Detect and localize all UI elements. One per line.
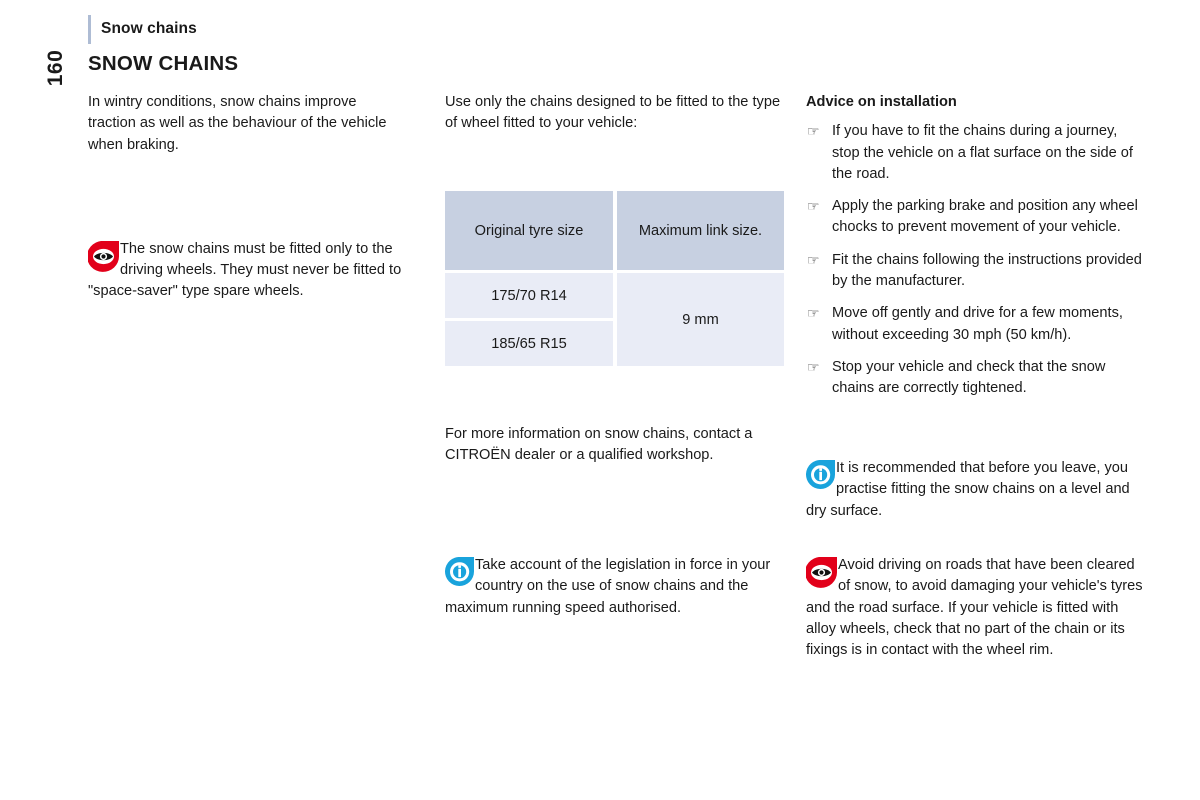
- advice-list: ☞ If you have to fit the chains during a…: [806, 121, 1143, 399]
- warning-text-left: The snow chains must be fitted only to t…: [88, 240, 402, 300]
- warning-text-right: Avoid driving on roads that have been cl…: [806, 557, 1143, 659]
- table-header-row: Original tyre size Maximum link size.: [445, 191, 784, 273]
- tyre-size-value-1: 175/70 R14: [445, 273, 617, 321]
- list-item-label: Move off gently and drive for a few mome…: [832, 305, 1123, 343]
- running-header: Snow chains: [101, 20, 197, 37]
- info-icon: [806, 460, 836, 490]
- header-accent-bar: [88, 15, 91, 44]
- info-text-right: It is recommended that before you leave,…: [806, 460, 1130, 519]
- tyre-size-value-2: 185/65 R15: [445, 321, 617, 366]
- info-callout-right: It is recommended that before you leave,…: [806, 458, 1143, 522]
- warning-callout-right: Avoid driving on roads that have been cl…: [806, 555, 1143, 661]
- pointing-hand-icon: ☞: [807, 305, 820, 322]
- page-title: SNOW CHAINS: [88, 52, 239, 75]
- list-item-label: Stop your vehicle and check that the sno…: [832, 358, 1106, 397]
- list-item: ☞ If you have to fit the chains during a…: [806, 121, 1143, 185]
- list-item-label: Fit the chains following the instruction…: [832, 251, 1142, 290]
- tyre-chain-table: Original tyre size Maximum link size. 17…: [445, 191, 784, 366]
- pointing-hand-icon: ☞: [807, 123, 820, 140]
- table-row: 175/70 R14 9 mm: [445, 273, 784, 366]
- pointing-hand-icon: ☞: [807, 358, 820, 375]
- list-item-label: Apply the parking brake and position any…: [832, 198, 1138, 236]
- chains-intro-paragraph: Use only the chains designed to be fitte…: [445, 94, 781, 132]
- warning-eye-icon: [806, 557, 838, 588]
- table-header-link-size: Maximum link size.: [617, 191, 784, 273]
- middle-column: Use only the chains designed to be fitte…: [445, 92, 783, 156]
- info-icon: [445, 557, 475, 587]
- table-header-tyre-size: Original tyre size: [445, 191, 617, 273]
- right-column-warning: Avoid driving on roads that have been cl…: [806, 555, 1143, 661]
- list-item: ☞ Stop your vehicle and check that the s…: [806, 357, 1143, 400]
- warning-eye-icon: [88, 240, 120, 272]
- warning-callout-left: The snow chains must be fitted only to t…: [88, 239, 406, 303]
- right-column-note: It is recommended that before you leave,…: [806, 458, 1143, 522]
- info-callout-middle: Take account of the legislation in force…: [445, 555, 783, 619]
- advice-heading: Advice on installation: [806, 94, 957, 110]
- max-link-size-value: 9 mm: [617, 273, 784, 366]
- intro-paragraph: In wintry conditions, snow chains improv…: [88, 94, 387, 153]
- right-column: Advice on installation ☞ If you have to …: [806, 92, 1143, 411]
- pointing-hand-icon: ☞: [807, 198, 820, 215]
- pointing-hand-icon: ☞: [807, 251, 820, 268]
- list-item: ☞ Move off gently and drive for a few mo…: [806, 303, 1143, 346]
- more-information-paragraph: For more information on snow chains, con…: [445, 426, 753, 464]
- left-column: In wintry conditions, snow chains improv…: [88, 92, 406, 303]
- middle-column-note: Take account of the legislation in force…: [445, 555, 783, 619]
- list-item: ☞ Apply the parking brake and position a…: [806, 196, 1143, 239]
- page-number: 160: [44, 49, 67, 87]
- middle-column-lower: For more information on snow chains, con…: [445, 424, 783, 488]
- list-item: ☞ Fit the chains following the instructi…: [806, 250, 1143, 293]
- list-item-label: If you have to fit the chains during a j…: [832, 123, 1133, 182]
- manual-page: Snow chains 160 SNOW CHAINS In wintry co…: [0, 0, 1200, 800]
- info-text-middle: Take account of the legislation in force…: [445, 557, 771, 616]
